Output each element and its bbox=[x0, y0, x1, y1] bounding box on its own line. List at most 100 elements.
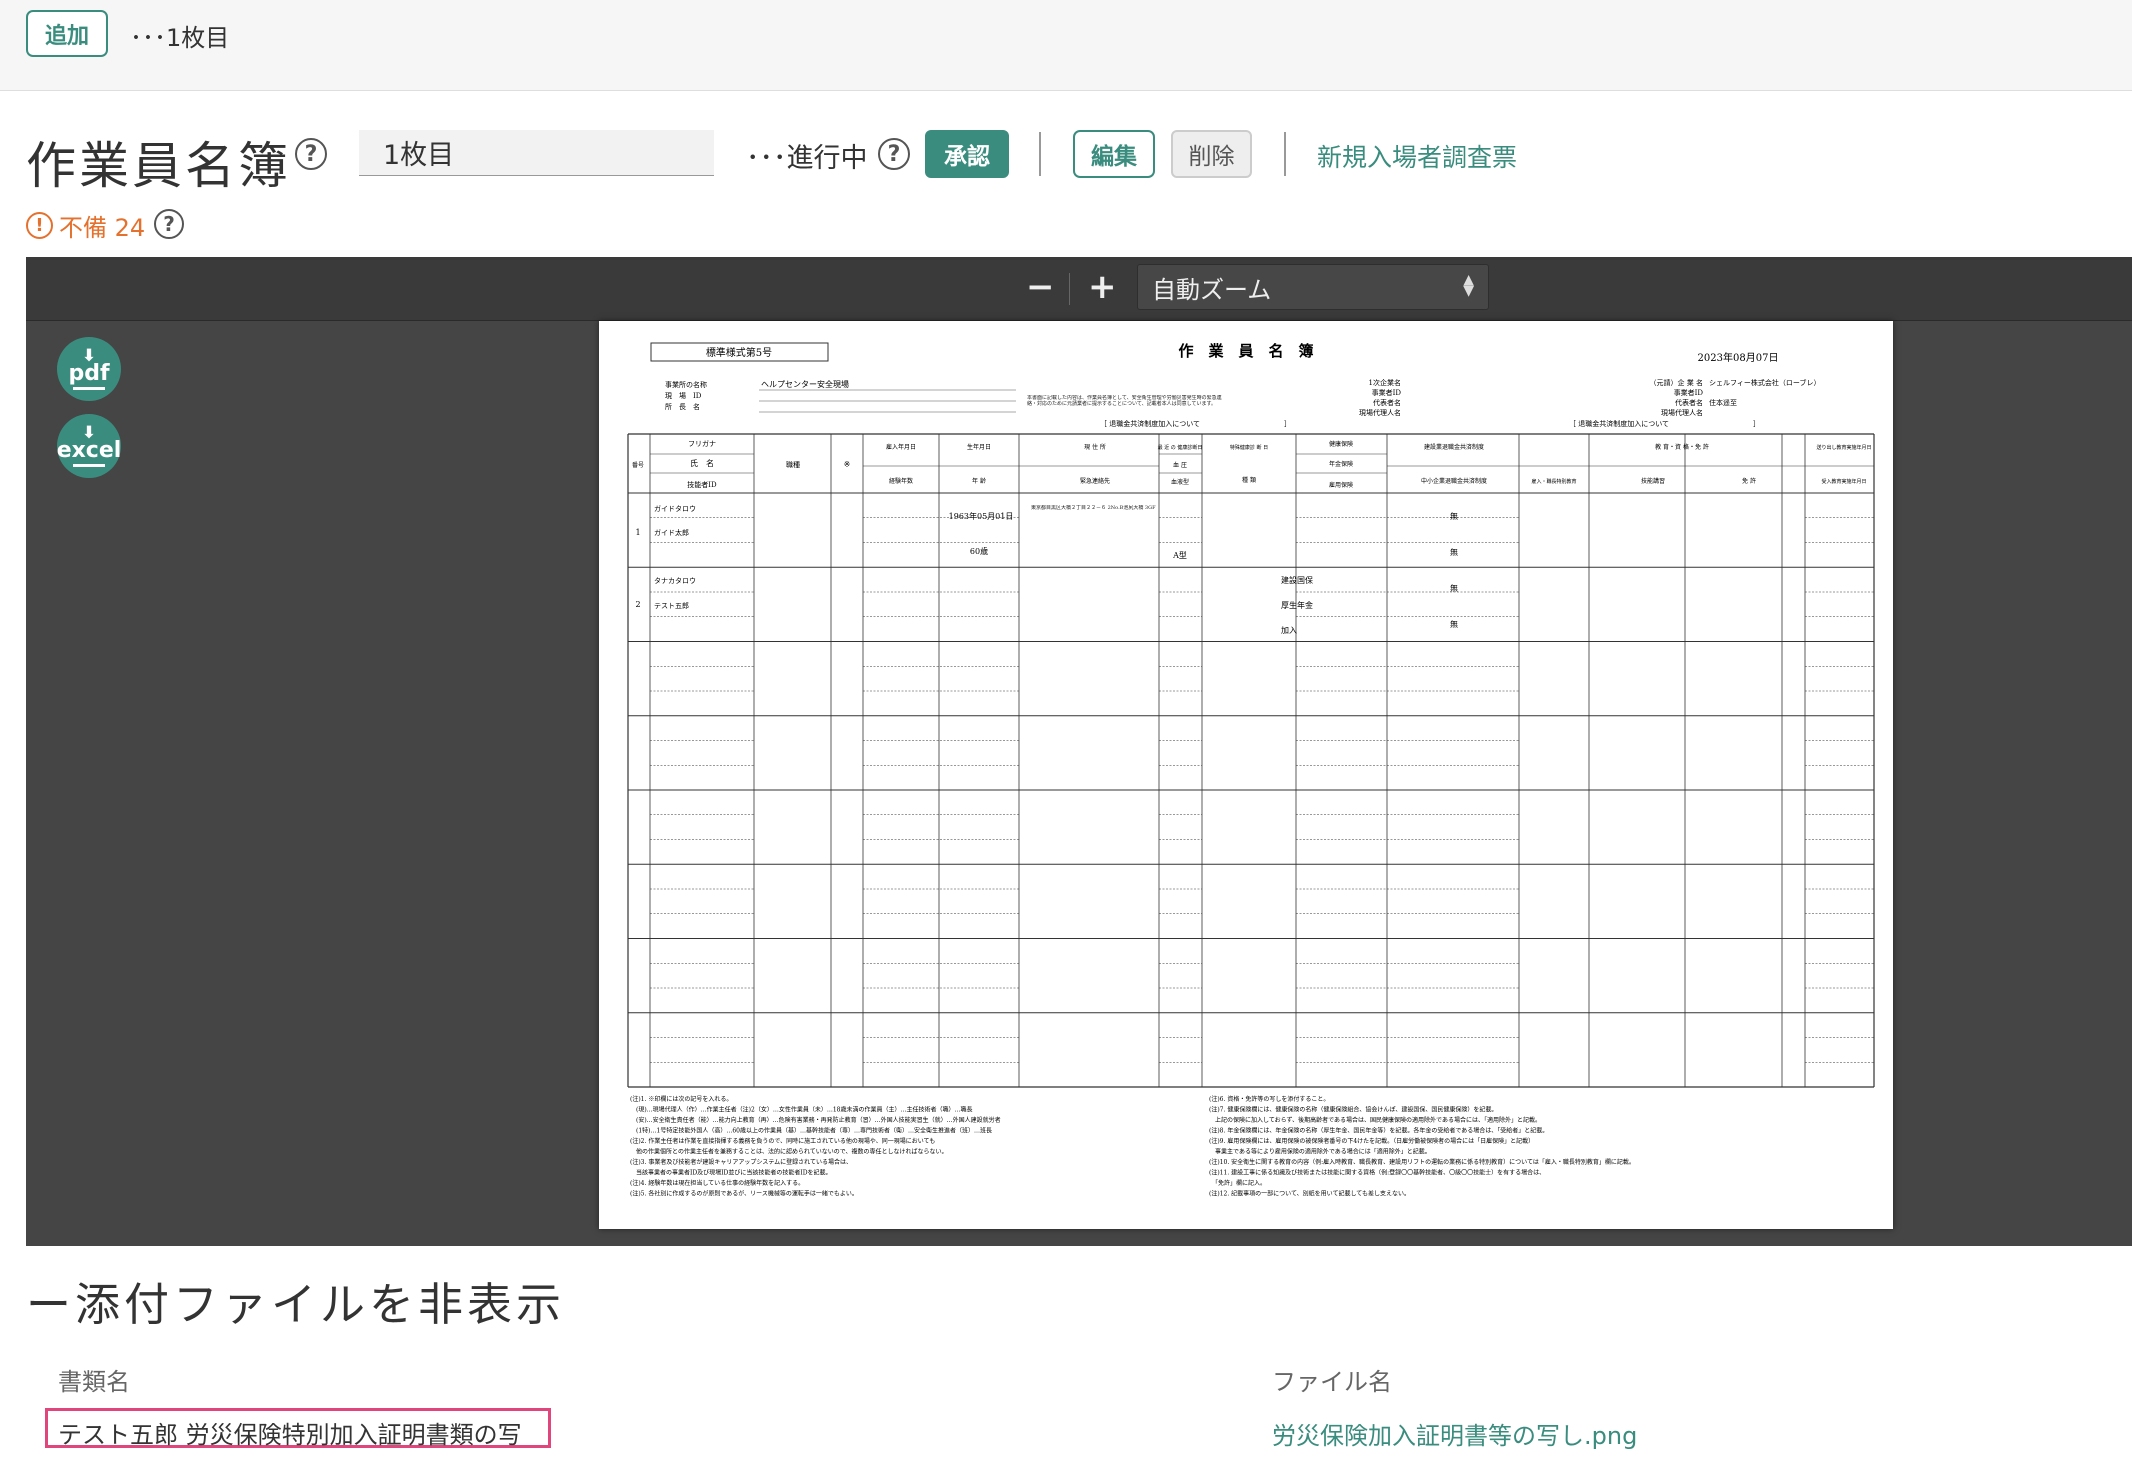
form-number: 標準様式第5号 bbox=[706, 346, 772, 359]
svg-text:現 場 ID: 現 場 ID bbox=[665, 391, 702, 400]
zoom-out-button[interactable]: − bbox=[1026, 267, 1055, 307]
roster-table-grid bbox=[627, 433, 1875, 1088]
svg-text:血 圧: 血 圧 bbox=[1173, 461, 1187, 469]
svg-text:［ 退職金共済制度加入について ］: ［ 退職金共済制度加入について ］ bbox=[1100, 419, 1291, 428]
svg-text:(注)8. 年金保険欄には、年金保険の名称（厚生年金、国民年: (注)8. 年金保険欄には、年金保険の名称（厚生年金、国民年金等）を記載。各年金… bbox=[1209, 1127, 1548, 1135]
form-date: 2023年08月07日 bbox=[1698, 351, 1779, 364]
deficiency-count: 不備 24 bbox=[59, 214, 146, 242]
svg-text:送り出し教育実施年月日: 送り出し教育実施年月日 bbox=[1816, 444, 1871, 451]
svg-text:無: 無 bbox=[1450, 547, 1458, 557]
svg-text:中小企業退職金共済制度: 中小企業退職金共済制度 bbox=[1421, 477, 1487, 485]
zoom-value: 自動ズーム bbox=[1152, 275, 1272, 304]
worker-1-furigana: ガイドタロウ bbox=[654, 504, 696, 513]
svg-text:受入教育実施年月日: 受入教育実施年月日 bbox=[1821, 478, 1866, 485]
svg-text:(注)4. 経験年数は現在担当している仕事の経験年数を記入す: (注)4. 経験年数は現在担当している仕事の経験年数を記入する。 bbox=[630, 1179, 804, 1187]
select-arrows-icon: ▲ ▼ bbox=[1463, 272, 1474, 299]
worker-2-no: 2 bbox=[635, 600, 640, 609]
worker-2-pension: 厚生年金 bbox=[1281, 600, 1313, 610]
svg-text:健康保険: 健康保険 bbox=[1329, 440, 1353, 448]
svg-text:職種: 職種 bbox=[786, 460, 800, 469]
svg-text:(注)5. 各社別に作成するのが原則であるが、リース機械等の: (注)5. 各社別に作成するのが原則であるが、リース機械等の運転手は一緒でもよい… bbox=[630, 1190, 858, 1198]
svg-text:「免許」欄に記入。: 「免許」欄に記入。 bbox=[1209, 1179, 1266, 1187]
separator bbox=[1039, 132, 1041, 176]
worker-1-age: 60歳 bbox=[970, 546, 988, 556]
page-name-input[interactable] bbox=[359, 130, 714, 176]
svg-text:(1特)…1号特定技能外国人（高）…60歳以上の作業員（基）: (1特)…1号特定技能外国人（高）…60歳以上の作業員（基）…基幹技能者（専）…… bbox=[630, 1127, 992, 1135]
svg-text:代表者名: 代表者名 bbox=[1373, 398, 1401, 407]
hide-attachments-toggle[interactable]: ー添付ファイルを非表示 bbox=[26, 1268, 565, 1333]
svg-text:経験年数: 経験年数 bbox=[889, 477, 913, 485]
svg-text:事業者ID: 事業者ID bbox=[1674, 388, 1704, 397]
deficiency-help-icon[interactable]: ? bbox=[154, 209, 184, 239]
status-help-icon[interactable]: ? bbox=[878, 138, 910, 170]
svg-text:番号: 番号 bbox=[632, 462, 644, 469]
svg-text:無: 無 bbox=[1450, 619, 1458, 629]
svg-text:(現)…現場代理人（作）…作業主任者（注)2（女）…女性作業: (現)…現場代理人（作）…作業主任者（注)2（女）…女性作業員（未）…18歳未満… bbox=[630, 1106, 972, 1114]
svg-text:雇入・職長特別教育: 雇入・職長特別教育 bbox=[1531, 478, 1576, 485]
svg-text:技能講習: 技能講習 bbox=[1641, 477, 1665, 485]
pdf-viewer: − + 自動ズーム ▲ ▼ ⬇ pdf ⬇ excel 標準様式第5号 作 業 員… bbox=[26, 257, 2132, 1246]
svg-text:フリガナ: フリガナ bbox=[688, 439, 716, 448]
svg-text:種 類: 種 類 bbox=[1242, 476, 1256, 484]
svg-text:生年月日: 生年月日 bbox=[967, 443, 991, 451]
svg-text:(注)11. 建設工事に係る知識及び技術または技能に関する資: (注)11. 建設工事に係る知識及び技術または技能に関する資格（例:登録〇〇基幹… bbox=[1209, 1169, 1545, 1177]
svg-text:事業所の名称: 事業所の名称 bbox=[665, 380, 707, 389]
attachment-file-link[interactable]: 労災保険加入証明書等の写し.png bbox=[1272, 1416, 1637, 1451]
file-name-header: ファイル名 bbox=[1272, 1368, 1392, 1396]
svg-text:当該事業者の事業者ID及び現場ID並びに当該技能者の技能者I: 当該事業者の事業者ID及び現場ID並びに当該技能者の技能者IDを記載。 bbox=[630, 1169, 832, 1177]
svg-text:(注)2. 作業主任者は作業を直接指揮する義務を負うので、同: (注)2. 作業主任者は作業を直接指揮する義務を負うので、同時に施工されている他… bbox=[630, 1137, 935, 1145]
warning-icon: ! bbox=[26, 212, 53, 239]
worker-1-no: 1 bbox=[635, 528, 640, 537]
svg-text:上記の保険に加入しておらず、後期高齢者である場合は、国民健康: 上記の保険に加入しておらず、後期高齢者である場合は、国民健康保険の適用除外である… bbox=[1209, 1116, 1541, 1124]
add-button[interactable]: 追加 bbox=[26, 10, 108, 57]
approve-button[interactable]: 承認 bbox=[925, 130, 1009, 178]
worker-1-name: ガイド太郎 bbox=[654, 528, 689, 537]
svg-text:(注)12. 記載事項の一部について、別紙を用いて記載しても: (注)12. 記載事項の一部について、別紙を用いて記載しても差し支えない。 bbox=[1209, 1190, 1410, 1198]
status-text: ･･･進行中 bbox=[746, 143, 868, 174]
svg-text:緊急連絡先: 緊急連絡先 bbox=[1080, 477, 1110, 485]
svg-text:雇入年月日: 雇入年月日 bbox=[886, 443, 916, 451]
svg-text:(安)…安全衛生責任者（能）…能力向上教育（再）…危険有害業: (安)…安全衛生責任者（能）…能力向上教育（再）…危険有害業務・再発防止教育（習… bbox=[630, 1116, 1001, 1124]
top-bar: 追加 ･･･1枚目 bbox=[0, 0, 2132, 91]
download-pdf-button[interactable]: ⬇ pdf bbox=[57, 337, 121, 401]
zoom-select[interactable]: 自動ズーム ▲ ▼ bbox=[1137, 264, 1489, 310]
svg-text:現場代理人名: 現場代理人名 bbox=[1359, 408, 1401, 417]
page-indicator: ･･･1枚目 bbox=[130, 24, 230, 52]
svg-text:最 近 の 健康診断日: 最 近 の 健康診断日 bbox=[1158, 444, 1203, 451]
edit-button[interactable]: 編集 bbox=[1073, 130, 1155, 178]
delete-button[interactable]: 削除 bbox=[1171, 130, 1252, 178]
document-page: 標準様式第5号 作 業 員 名 簿 2023年08月07日 事業所の名称 現 場… bbox=[599, 321, 1893, 1229]
help-icon[interactable]: ? bbox=[295, 138, 327, 170]
page-title: 作業員名簿 bbox=[26, 137, 291, 195]
svg-text:(注)7. 健康保険欄には、健康保険の名称（健康保険組合、協: (注)7. 健康保険欄には、健康保険の名称（健康保険組合、協会けんぽ、建設国保、… bbox=[1209, 1106, 1497, 1114]
svg-text:現場代理人名: 現場代理人名 bbox=[1661, 408, 1703, 417]
roster-form: 標準様式第5号 作 業 員 名 簿 2023年08月07日 事業所の名称 現 場… bbox=[627, 342, 1875, 1198]
svg-text:特殊健康診 断 日: 特殊健康診 断 日 bbox=[1230, 444, 1268, 451]
representative-name: 住本遥至 bbox=[1709, 398, 1737, 407]
svg-text:代表者名: 代表者名 bbox=[1675, 398, 1703, 407]
svg-text:他の作業個所との作業主任者を兼務することは、法的に認められて: 他の作業個所との作業主任者を兼務することは、法的に認められていないので、複数の専… bbox=[630, 1148, 948, 1156]
worker-2-employment-insurance: 加入 bbox=[1281, 625, 1297, 635]
form-title: 作 業 員 名 簿 bbox=[1178, 342, 1313, 360]
toolbar-divider bbox=[1069, 273, 1070, 305]
worker-2-furigana: タナカタロウ bbox=[654, 576, 696, 585]
svg-text:［ 退職金共済制度加入について ］: ［ 退職金共済制度加入について ］ bbox=[1569, 419, 1760, 428]
svg-text:無: 無 bbox=[1450, 583, 1458, 593]
svg-text:雇用保険: 雇用保険 bbox=[1329, 481, 1353, 489]
document-name-header: 書類名 bbox=[58, 1368, 130, 1396]
attachment-document-name: テスト五郎 労災保険特別加入証明書類の写し bbox=[45, 1408, 551, 1458]
svg-text:1次企業名: 1次企業名 bbox=[1369, 378, 1401, 387]
download-excel-button[interactable]: ⬇ excel bbox=[57, 414, 121, 478]
zoom-in-button[interactable]: + bbox=[1088, 267, 1117, 307]
svg-text:年 齢: 年 齢 bbox=[972, 477, 986, 485]
worker-1-birth: 1963年05月01日 bbox=[949, 511, 1014, 521]
svg-text:(注)3. 事業者及び技能者が建設キャリアアップシステムに登: (注)3. 事業者及び技能者が建設キャリアアップシステムに登録されている場合は、 bbox=[630, 1158, 852, 1166]
svg-text:事業者ID: 事業者ID bbox=[1372, 388, 1402, 397]
svg-text:(注)6. 資格・免許等の写しを添付すること。: (注)6. 資格・免許等の写しを添付すること。 bbox=[1209, 1095, 1329, 1103]
svg-text:現 住 所: 現 住 所 bbox=[1084, 443, 1106, 451]
site-name: ヘルプセンター安全現場 bbox=[761, 379, 849, 389]
new-entry-survey-link[interactable]: 新規入場者調査票 bbox=[1317, 138, 1517, 174]
svg-text:※: ※ bbox=[844, 460, 851, 469]
worker-2-health-insurance: 建設国保 bbox=[1281, 575, 1313, 585]
svg-text:年金保険: 年金保険 bbox=[1329, 460, 1353, 468]
